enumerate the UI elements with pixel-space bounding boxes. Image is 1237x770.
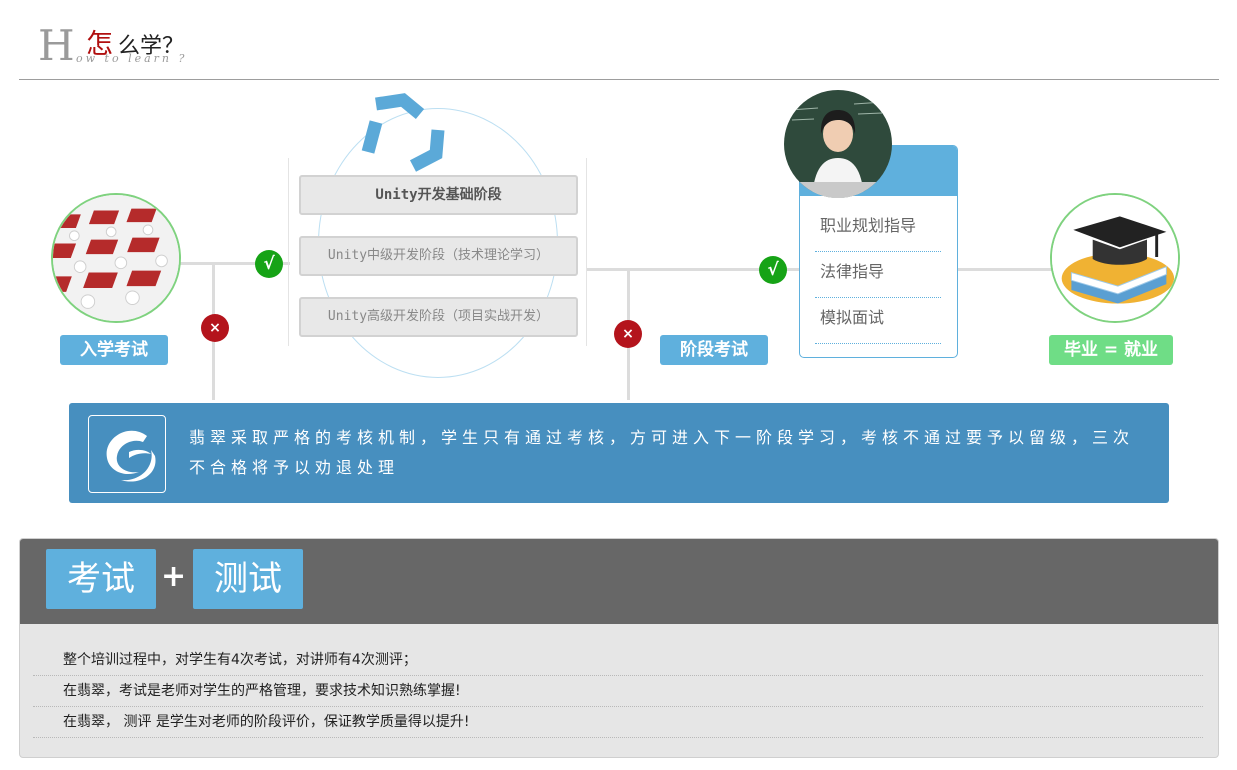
header-divider [19, 79, 1219, 80]
plus-sign: + [161, 559, 187, 594]
graduation-image [1050, 193, 1180, 323]
header-subtitle: ow to learn ? [76, 52, 188, 65]
exam-test-panel: 考试 + 测试 整个培训过程中，对学生有4次考试，对讲师有4次测评； 在翡翠，考… [19, 538, 1219, 758]
connector-line [957, 268, 1052, 271]
stage-advanced: Unity高级开发阶段（项目实战开发） [299, 297, 578, 337]
unity-logo-icon [361, 93, 445, 172]
guidance-item: 法律指导 [815, 252, 941, 298]
assessment-info-bar: 翡翠采取严格的考核机制，学生只有通过考核，方可进入下一阶段学习，考核不通过要予以… [69, 403, 1169, 503]
panel-row: 整个培训过程中，对学生有4次考试，对讲师有4次测评； [33, 645, 1203, 676]
stage-intermediate: Unity中级开发阶段（技术理论学习） [299, 236, 578, 276]
pass-check-icon: √ [255, 250, 283, 278]
guidance-item: 职业规划指导 [815, 206, 941, 252]
graduation-label: 毕业 = 就业 [1049, 335, 1173, 365]
fail-cross-icon: × [614, 320, 642, 348]
pass-check-icon: √ [759, 256, 787, 284]
company-logo-icon [88, 415, 166, 493]
guidance-item: 模拟面试 [815, 298, 941, 344]
entrance-exam-image [51, 193, 181, 323]
entrance-exam-label: 入学考试 [60, 335, 168, 365]
assessment-info-text: 翡翠采取严格的考核机制，学生只有通过考核，方可进入下一阶段学习，考核不通过要予以… [189, 428, 1135, 477]
page-header: H 怎 么学？ ow to learn ? [0, 0, 1237, 80]
exam-badge: 考试 [46, 549, 156, 609]
teacher-avatar [784, 90, 892, 198]
test-badge: 测试 [193, 549, 303, 609]
header-logo-letter: H [38, 21, 75, 70]
stage-exam-label: 阶段考试 [660, 335, 768, 365]
panel-row: 在翡翠，考试是老师对学生的严格管理，要求技术知识熟练掌握! [33, 676, 1203, 707]
fail-cross-icon: × [201, 314, 229, 342]
stage-basic: Unity开发基础阶段 [299, 175, 578, 215]
panel-header: 考试 + 测试 [20, 539, 1218, 624]
panel-row: 在翡翠， 测评 是学生对老师的阶段评价，保证教学质量得以提升! [33, 707, 1203, 738]
